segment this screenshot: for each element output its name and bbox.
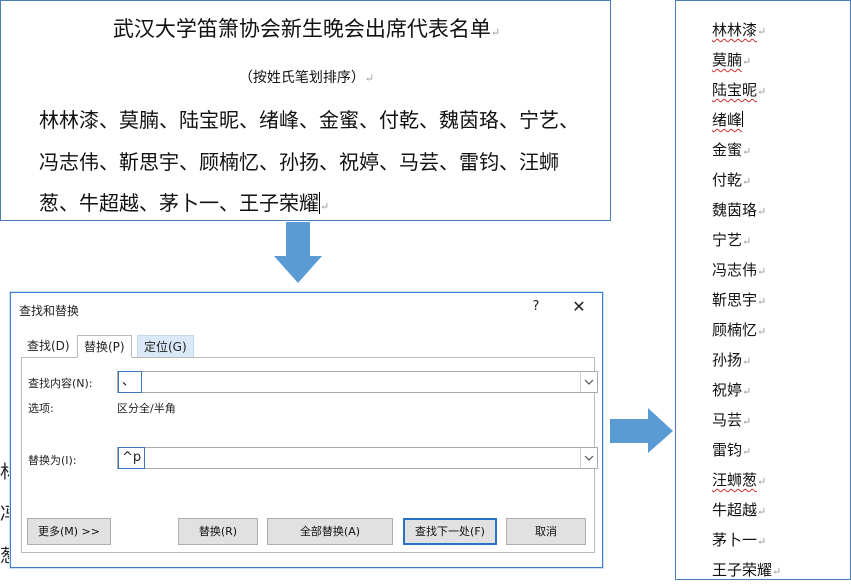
document-subtitle: （按姓氏笔划排序）↵: [238, 70, 375, 86]
list-item: 孙扬↵: [712, 351, 752, 369]
more-button[interactable]: 更多(M) >>: [27, 518, 111, 545]
chevron-down-icon: [584, 455, 594, 461]
cancel-button[interactable]: 取消: [506, 518, 586, 545]
find-input[interactable]: 、: [117, 371, 598, 393]
close-button[interactable]: ✕: [568, 297, 590, 316]
right-arrow-icon: [610, 408, 673, 453]
find-replace-dialog: 查找和替换 ? ✕ 查找(D) 替换(P) 定位(G) 查找内容(N): 、 选…: [10, 292, 603, 568]
replace-label: 替换为(I):: [28, 454, 77, 467]
document-line-1: 林林漆、莫腩、陆宝昵、绪峰、金蜜、付乾、魏茵珞、宁艺、: [39, 108, 579, 132]
list-item: 付乾↵: [712, 171, 752, 189]
tab-find[interactable]: 查找(D): [21, 335, 76, 357]
list-item: 陆宝昵↵: [712, 81, 767, 99]
document-top-panel: 武汉大学笛箫协会新生晚会出席代表名单↵ （按姓氏笔划排序）↵ 林林漆、莫腩、陆宝…: [0, 0, 611, 221]
list-item: 冯志伟↵: [712, 261, 767, 279]
document-line-2: 冯志伟、靳思宇、顾楠忆、孙扬、祝婷、马芸、雷钧、汪蛳: [39, 150, 559, 174]
document-title: 武汉大学笛箫协会新生晚会出席代表名单↵: [112, 17, 501, 41]
list-item: 祝婷↵: [712, 381, 752, 399]
result-name-list: 林林漆↵ 莫腩↵ 陆宝昵↵ 绪峰 金蜜↵ 付乾↵ 魏茵珞↵ 宁艺↵ 冯志伟↵ 靳…: [712, 15, 781, 585]
list-item: 绪峰: [712, 111, 744, 129]
options-label: 选项:: [28, 402, 54, 415]
text-cursor: [742, 111, 744, 127]
replace-dropdown-arrow[interactable]: [580, 448, 597, 468]
result-document-panel: 林林漆↵ 莫腩↵ 陆宝昵↵ 绪峰 金蜜↵ 付乾↵ 魏茵珞↵ 宁艺↵ 冯志伟↵ 靳…: [675, 0, 851, 580]
list-item: 魏茵珞↵: [712, 201, 767, 219]
replace-all-button[interactable]: 全部替换(A): [267, 518, 393, 545]
tab-goto[interactable]: 定位(G): [137, 335, 194, 357]
list-item: 牛超越↵: [712, 501, 767, 519]
list-item: 宁艺↵: [712, 231, 752, 249]
chevron-down-icon: [584, 379, 594, 385]
replace-input[interactable]: ^p: [117, 447, 598, 469]
list-item: 林林漆↵: [712, 21, 767, 39]
list-item: 雷钧↵: [712, 441, 752, 459]
dialog-title: 查找和替换: [19, 304, 80, 318]
replace-input-value: ^p: [118, 447, 146, 469]
find-dropdown-arrow[interactable]: [580, 372, 597, 392]
down-arrow-icon: [274, 222, 322, 283]
document-line-3: 葱、牛超越、茅卜一、王子荣耀↵: [39, 191, 330, 215]
find-input-value: 、: [118, 371, 142, 393]
tab-replace[interactable]: 替换(P): [77, 335, 132, 358]
list-item: 茅卜一↵: [712, 531, 767, 549]
list-item: 莫腩↵: [712, 51, 752, 69]
list-item: 顾楠忆↵: [712, 321, 767, 339]
list-item: 金蜜↵: [712, 141, 752, 159]
list-item: 靳思宇↵: [712, 291, 767, 309]
list-item: 马芸↵: [712, 411, 752, 429]
options-value: 区分全/半角: [117, 402, 176, 415]
list-item: 汪蛳葱↵: [712, 471, 767, 489]
help-button[interactable]: ?: [528, 299, 544, 314]
find-next-button[interactable]: 查找下一处(F): [403, 518, 497, 545]
find-label: 查找内容(N):: [28, 377, 93, 390]
replace-button[interactable]: 替换(R): [178, 518, 258, 545]
